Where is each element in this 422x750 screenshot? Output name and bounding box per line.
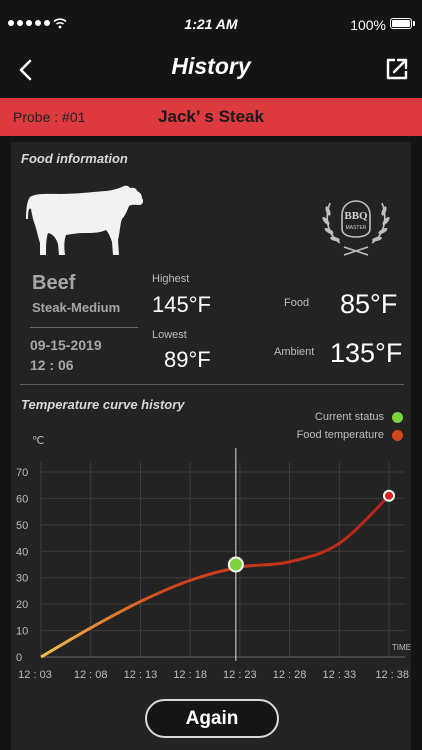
- x-axis-label: TIME: [392, 643, 411, 652]
- y-tick-label: 70: [16, 467, 28, 479]
- battery-icon: [390, 18, 412, 29]
- divider: [30, 327, 138, 328]
- x-tick-label: 12 : 23: [223, 669, 257, 681]
- y-tick-label: 20: [16, 599, 28, 611]
- y-axis-label: ℃: [32, 435, 44, 447]
- y-tick-label: 60: [16, 493, 28, 505]
- y-tick-label: 10: [16, 626, 28, 638]
- highest-label: Highest: [152, 273, 190, 285]
- doneness-level: Steak-Medium: [32, 300, 121, 315]
- y-tick-label: 0: [16, 652, 22, 664]
- food-temp-value: 85°F: [340, 289, 398, 319]
- food-temperature-line: [40, 494, 391, 659]
- again-button[interactable]: Again: [145, 699, 279, 738]
- y-tick-label: 40: [16, 546, 28, 558]
- x-tick-label: 12 : 28: [273, 669, 307, 681]
- legend-current-label: Current status: [314, 411, 384, 423]
- battery-percent: 100%: [350, 17, 386, 33]
- lowest-value: 89°F: [164, 347, 211, 372]
- food-temp-label: Food: [284, 297, 310, 309]
- cook-date: 09-15-2019: [30, 337, 102, 353]
- status-bar: 1:21 AM 100%: [0, 0, 422, 48]
- ambient-temp-value: 135°F: [330, 338, 403, 368]
- badge-bottom-text: MASTER: [346, 225, 367, 231]
- share-icon[interactable]: [384, 56, 410, 82]
- food-information-title: Food information: [21, 151, 128, 166]
- end-point-marker: [383, 489, 395, 502]
- x-tick-label: 12 : 03: [18, 669, 52, 681]
- battery-tip: [413, 21, 415, 26]
- highest-value: 145°F: [152, 292, 211, 317]
- lowest-label: Lowest: [152, 329, 187, 341]
- section-divider: [20, 384, 404, 385]
- current-status-point[interactable]: [227, 556, 244, 573]
- y-tick-label: 30: [16, 573, 28, 585]
- x-tick-label: 12 : 13: [124, 669, 158, 681]
- probe-food-name: Jack’ s Steak: [158, 107, 264, 126]
- temperature-curve-title: Temperature curve history: [21, 397, 185, 412]
- cow-icon: [26, 185, 144, 255]
- x-tick-label: 12 : 33: [322, 669, 356, 681]
- x-tick-label: 12 : 18: [173, 669, 207, 681]
- legend-current-dot: [392, 412, 403, 423]
- x-tick-label: 12 : 08: [74, 669, 108, 681]
- x-tick-label: 12 : 38: [375, 669, 409, 681]
- meat-type: Beef: [32, 272, 76, 294]
- badge-top-text: BBQ: [344, 210, 368, 222]
- temperature-chart: 0 10 20 30 40 50 60 70 12 : 03 12 : 08 12 : 13 12 …: [16, 435, 411, 681]
- bbq-master-badge-icon: BBQ MASTER: [322, 200, 390, 256]
- ambient-temp-label: Ambient: [274, 346, 315, 358]
- cook-time: 12 : 06: [30, 357, 74, 373]
- page-title: History: [171, 53, 251, 79]
- y-tick-label: 50: [16, 520, 28, 532]
